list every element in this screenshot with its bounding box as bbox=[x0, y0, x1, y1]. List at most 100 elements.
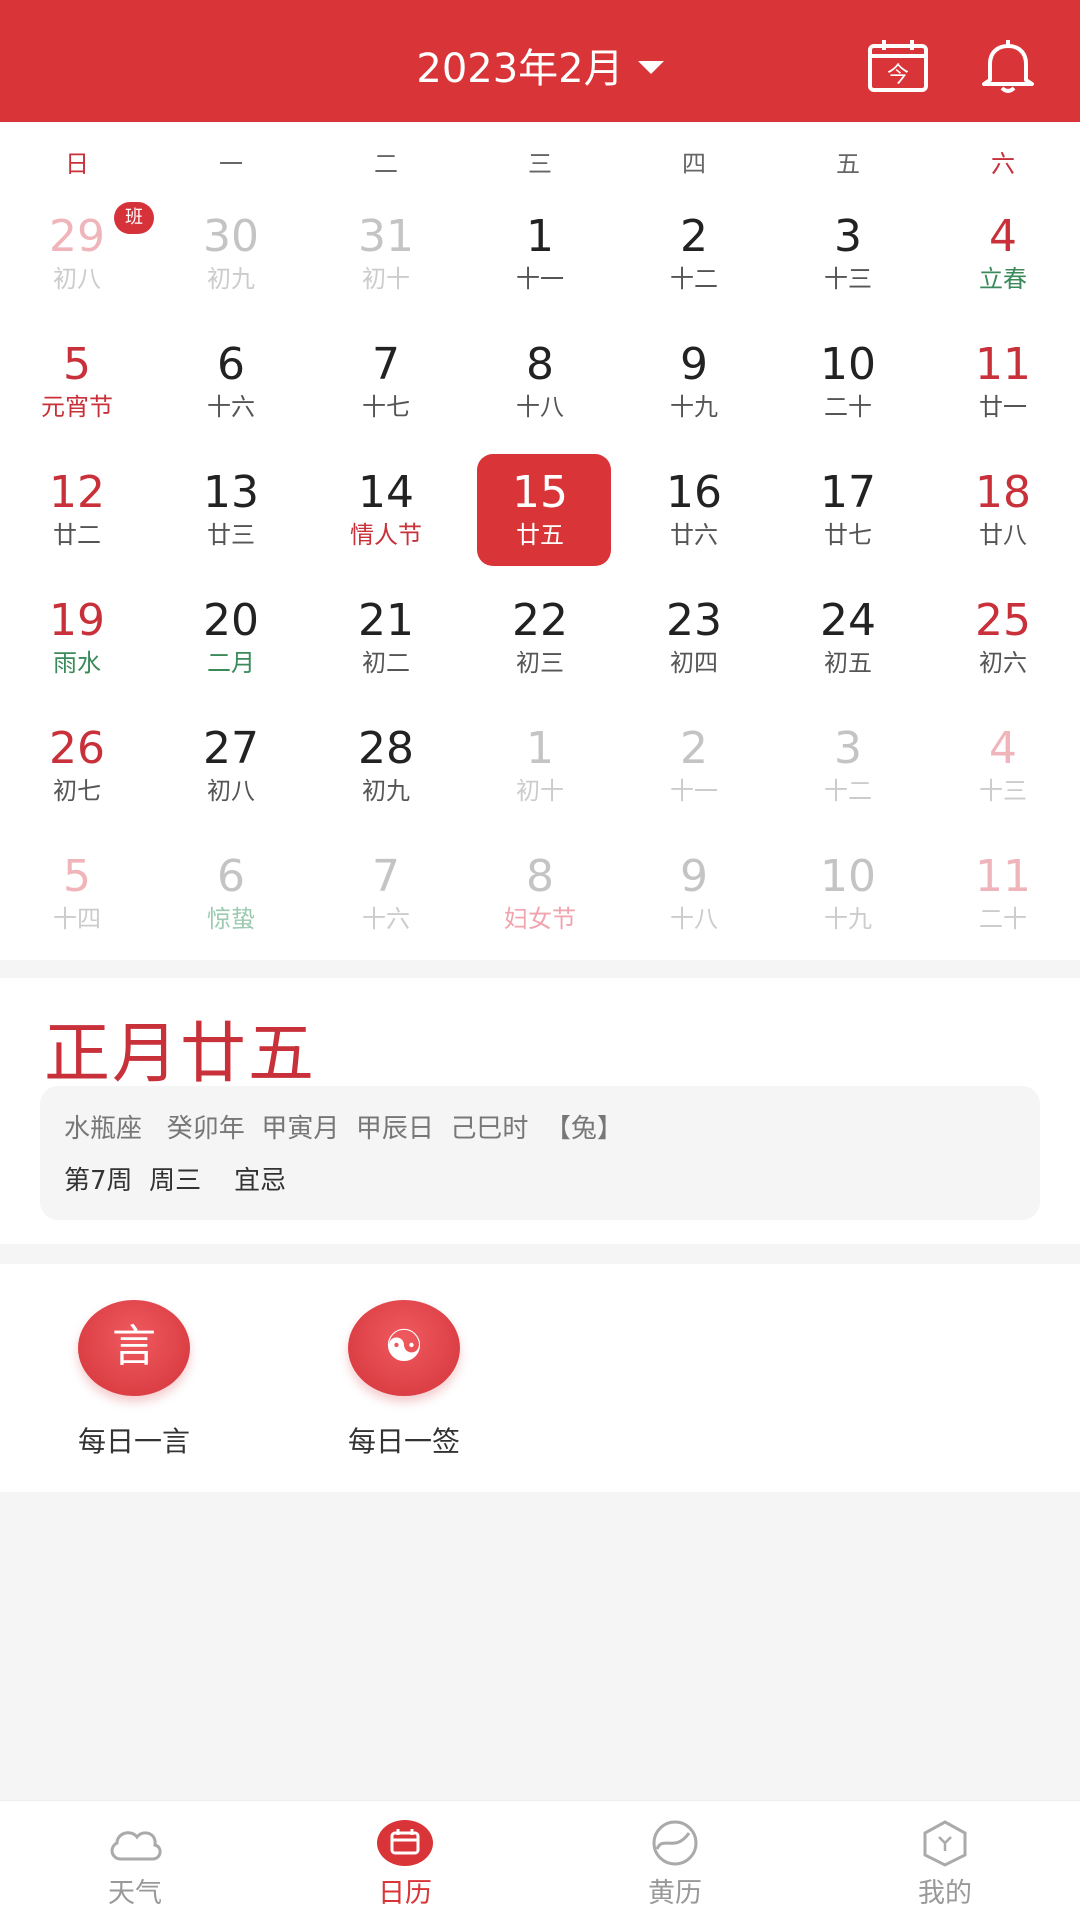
day-cell[interactable]: 5 元宵节 bbox=[0, 320, 154, 448]
almanac-summary[interactable]: 水瓶座 癸卯年 甲寅月 甲辰日 己巳时 【兔】 第7周 周三 宜忌 bbox=[40, 1086, 1040, 1220]
day-cell[interactable]: 9 十八 bbox=[617, 832, 771, 960]
day-number: 17 bbox=[820, 467, 876, 518]
day-cell[interactable]: 9 十九 bbox=[617, 320, 771, 448]
day-cell[interactable]: 7 十七 bbox=[309, 320, 463, 448]
tab-label: 黄历 bbox=[648, 1878, 702, 1909]
day-cell[interactable]: 2 十一 bbox=[617, 704, 771, 832]
lunar-day-label: 二月 bbox=[207, 649, 255, 677]
lunar-day-label: 廿五 bbox=[516, 521, 564, 549]
weekday-header: 日一二三四五六 bbox=[0, 122, 1080, 192]
day-cell[interactable]: 7 十六 bbox=[309, 832, 463, 960]
day-cell[interactable]: 21 初二 bbox=[309, 576, 463, 704]
day-number: 3 bbox=[834, 723, 862, 774]
day-cell[interactable]: 12 廿二 bbox=[0, 448, 154, 576]
day-number: 6 bbox=[217, 851, 245, 902]
day-cell-selected[interactable]: 15 廿五 bbox=[463, 448, 617, 576]
day-number: 11 bbox=[975, 851, 1031, 902]
day-number: 24 bbox=[820, 595, 876, 646]
today-icon[interactable]: 今 bbox=[866, 38, 930, 94]
day-cell[interactable]: 6 惊蛰 bbox=[154, 832, 308, 960]
day-number: 8 bbox=[526, 851, 554, 902]
day-cell[interactable]: 10 二十 bbox=[771, 320, 925, 448]
day-cell[interactable]: 5 十四 bbox=[0, 832, 154, 960]
day-cell[interactable]: 27 初八 bbox=[154, 704, 308, 832]
day-cell[interactable]: 22 初三 bbox=[463, 576, 617, 704]
tab-calendar[interactable]: 日历 bbox=[270, 1801, 540, 1920]
lunar-day-label: 廿七 bbox=[824, 521, 872, 549]
lunar-day-label: 廿三 bbox=[207, 521, 255, 549]
lunar-day-label: 十八 bbox=[670, 905, 718, 933]
tab-weather[interactable]: 天气 bbox=[0, 1801, 270, 1920]
day-cell[interactable]: 11 二十 bbox=[926, 832, 1080, 960]
day-cell[interactable]: 1 初十 bbox=[463, 704, 617, 832]
day-cell[interactable]: 24 初五 bbox=[771, 576, 925, 704]
app-header: 2023年2月 今 bbox=[0, 0, 1080, 122]
day-number: 30 bbox=[203, 211, 259, 262]
day-cell[interactable]: 3 十二 bbox=[771, 704, 925, 832]
lunar-day-label: 十七 bbox=[362, 393, 410, 421]
day-cell[interactable]: 13 廿三 bbox=[154, 448, 308, 576]
day-cell[interactable]: 26 初七 bbox=[0, 704, 154, 832]
week-line: 第7周 周三 宜忌 bbox=[64, 1166, 287, 1196]
calendar-icon bbox=[377, 1820, 433, 1866]
day-cell[interactable]: 20 二月 bbox=[154, 576, 308, 704]
day-number: 23 bbox=[666, 595, 722, 646]
day-number: 28 bbox=[358, 723, 414, 774]
day-cell[interactable]: 16 廿六 bbox=[617, 448, 771, 576]
weekday-label: 四 bbox=[682, 150, 706, 178]
day-cell[interactable]: 3 十三 bbox=[771, 192, 925, 320]
day-cell[interactable]: 31 初十 bbox=[309, 192, 463, 320]
day-cell[interactable]: 8 妇女节 bbox=[463, 832, 617, 960]
day-number: 14 bbox=[358, 467, 414, 518]
day-number: 22 bbox=[512, 595, 568, 646]
day-number: 7 bbox=[372, 851, 400, 902]
tab-profile[interactable]: 我的 bbox=[810, 1801, 1080, 1920]
lunar-day-label: 十四 bbox=[53, 905, 101, 933]
day-cell[interactable]: 30 初九 bbox=[154, 192, 308, 320]
day-number: 1 bbox=[526, 211, 554, 262]
day-cell[interactable]: 10 十九 bbox=[771, 832, 925, 960]
day-cell[interactable]: 1 十一 bbox=[463, 192, 617, 320]
lunar-day-label: 十九 bbox=[824, 905, 872, 933]
yin-yang-icon bbox=[652, 1820, 698, 1866]
lunar-day-label: 初四 bbox=[670, 649, 718, 677]
day-cell[interactable]: 14 情人节 bbox=[309, 448, 463, 576]
day-cell[interactable]: 28 初九 bbox=[309, 704, 463, 832]
daily-quote-button[interactable]: 言 每日一言 bbox=[44, 1300, 224, 1460]
day-cell[interactable]: 2 十二 bbox=[617, 192, 771, 320]
day-cell[interactable]: 8 十八 bbox=[463, 320, 617, 448]
lunar-day-label: 初十 bbox=[362, 265, 410, 293]
day-number: 12 bbox=[49, 467, 105, 518]
lunar-info-panel: 正月廿五 水瓶座 癸卯年 甲寅月 甲辰日 己巳时 【兔】 第7周 周三 宜忌 bbox=[0, 978, 1080, 1244]
daily-fortune-button[interactable]: ☯ 每日一签 bbox=[314, 1300, 494, 1460]
day-cell[interactable]: 4 立春 bbox=[926, 192, 1080, 320]
lunar-day-label: 初三 bbox=[516, 649, 564, 677]
day-cell[interactable]: 23 初四 bbox=[617, 576, 771, 704]
day-cell[interactable]: 18 廿八 bbox=[926, 448, 1080, 576]
day-number: 31 bbox=[358, 211, 414, 262]
day-number: 16 bbox=[666, 467, 722, 518]
day-cell[interactable]: 25 初六 bbox=[926, 576, 1080, 704]
lunar-day-label: 初七 bbox=[53, 777, 101, 805]
day-number: 5 bbox=[63, 339, 91, 390]
day-cell[interactable]: 29 初八班 bbox=[0, 192, 154, 320]
month-title[interactable]: 2023年2月 bbox=[416, 46, 623, 92]
day-cell[interactable]: 19 雨水 bbox=[0, 576, 154, 704]
lunar-day-label: 十六 bbox=[362, 905, 410, 933]
day-number: 4 bbox=[989, 723, 1017, 774]
day-cell[interactable]: 6 十六 bbox=[154, 320, 308, 448]
day-number: 5 bbox=[63, 851, 91, 902]
chevron-down-icon[interactable] bbox=[637, 60, 664, 74]
day-cell[interactable]: 4 十三 bbox=[926, 704, 1080, 832]
lunar-day-label: 十三 bbox=[824, 265, 872, 293]
day-number: 19 bbox=[49, 595, 105, 646]
weekday-label: 六 bbox=[991, 150, 1015, 178]
weekday-label: 一 bbox=[219, 150, 243, 178]
day-cell[interactable]: 17 廿七 bbox=[771, 448, 925, 576]
bell-icon[interactable] bbox=[976, 38, 1040, 94]
lunar-day-label: 惊蛰 bbox=[207, 905, 255, 933]
day-cell[interactable]: 11 廿一 bbox=[926, 320, 1080, 448]
day-number: 20 bbox=[203, 595, 259, 646]
tab-almanac[interactable]: 黄历 bbox=[540, 1801, 810, 1920]
day-number: 1 bbox=[526, 723, 554, 774]
